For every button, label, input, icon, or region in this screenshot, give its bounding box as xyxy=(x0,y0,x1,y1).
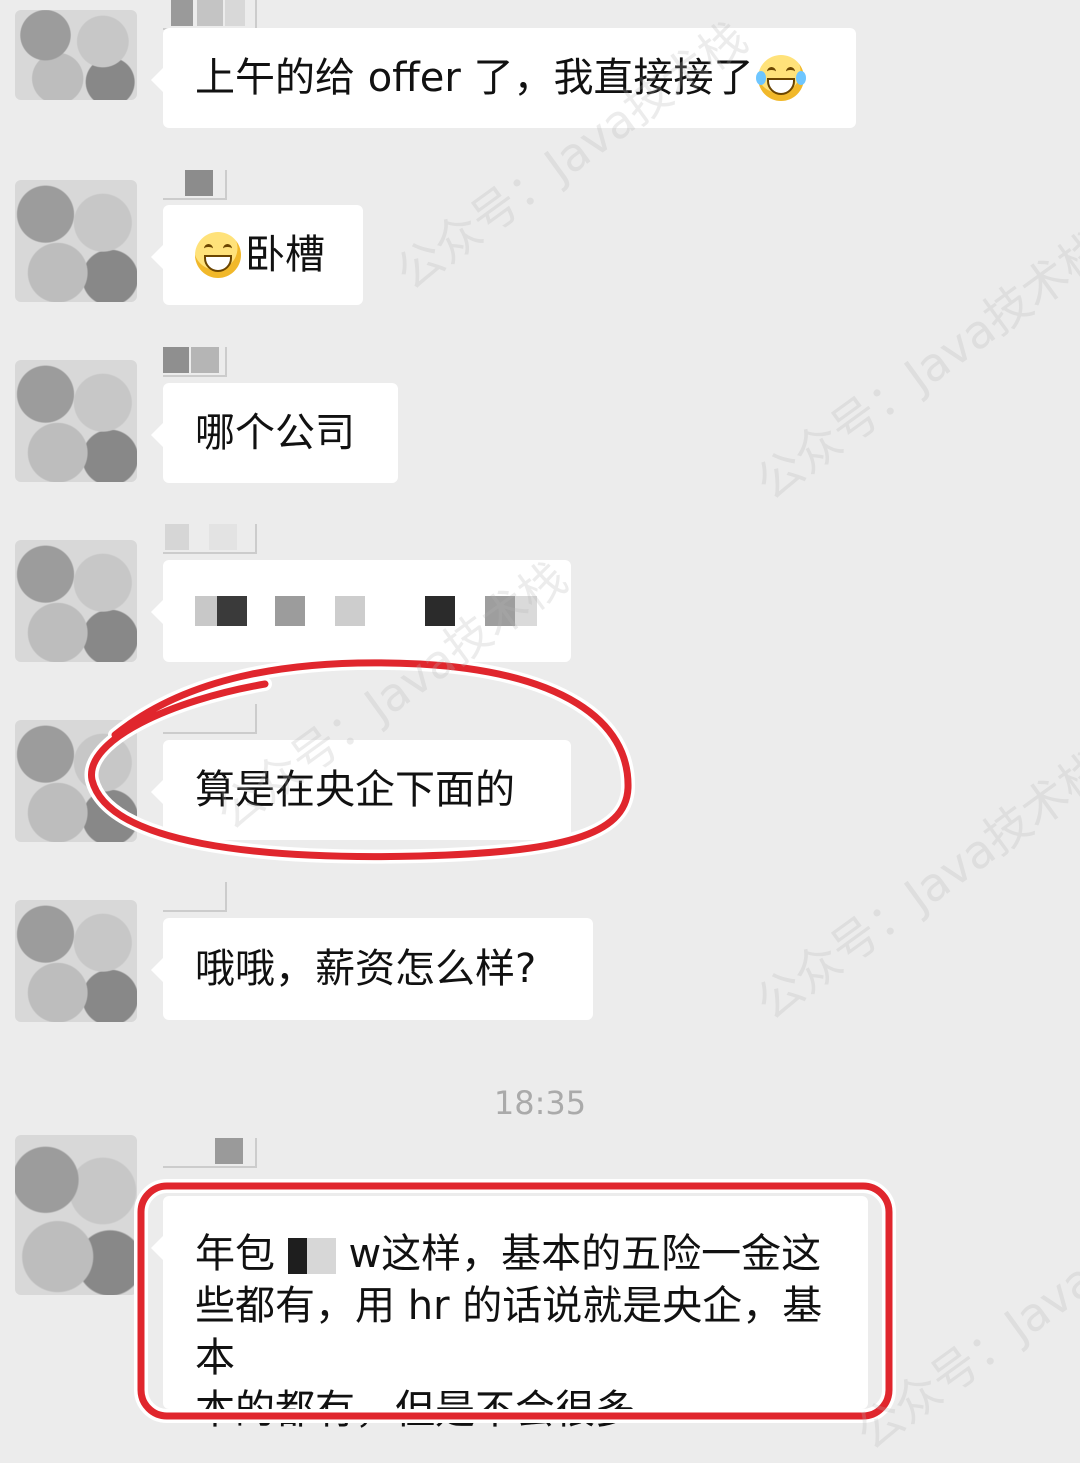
avatar[interactable] xyxy=(15,720,137,842)
avatar[interactable] xyxy=(15,180,137,302)
chat-window: 上午的给 offer 了，我直接接了 卧槽 哪个公司 算是在央企下面的 哦哦，薪… xyxy=(0,0,1080,1460)
message-bubble[interactable]: 上午的给 offer 了，我直接接了 xyxy=(151,28,856,128)
avatar[interactable] xyxy=(15,1135,137,1295)
message-line: w这样，基本的五险一金这 xyxy=(348,1231,822,1277)
message-bubble[interactable]: 哪个公司 xyxy=(151,383,398,483)
sender-name-mosaic xyxy=(163,170,227,200)
avatar[interactable] xyxy=(15,540,137,662)
watermark: 公众号：Java技术栈 xyxy=(845,1170,1080,1461)
message-line: 本的都有，但是不会很多 xyxy=(195,1387,635,1433)
message-text: 哦哦，薪资怎么样? xyxy=(195,946,537,992)
avatar[interactable] xyxy=(15,360,137,482)
message-bubble[interactable]: 卧槽 xyxy=(151,205,363,305)
sender-name-mosaic xyxy=(163,524,257,554)
avatar[interactable] xyxy=(15,900,137,1022)
sender-name-mosaic xyxy=(163,882,227,912)
message-timestamp: 18:35 xyxy=(493,1084,587,1122)
redacted-number-mosaic xyxy=(287,1238,336,1274)
message-line: 年包 xyxy=(195,1231,275,1277)
message-text: 哪个公司 xyxy=(195,410,355,456)
grinning-emoji xyxy=(195,232,241,278)
tears-of-joy-emoji xyxy=(755,55,806,101)
sender-name-mosaic xyxy=(163,0,257,30)
message-bubble[interactable]: 年包 w这样，基本的五险一金这 些都有，用 hr 的话说就是央企，基本 本的都有… xyxy=(151,1196,868,1433)
message-text: 卧槽 xyxy=(245,232,325,278)
sender-name-mosaic xyxy=(163,704,257,734)
message-bubble[interactable]: 哦哦，薪资怎么样? xyxy=(151,918,593,1020)
watermark: 公众号：Java技术栈 xyxy=(745,740,1080,1031)
avatar[interactable] xyxy=(15,10,137,100)
message-text-block: 年包 w这样，基本的五险一金这 些都有，用 hr 的话说就是央企，基本 本的都有… xyxy=(195,1228,836,1436)
sender-name-mosaic xyxy=(163,347,227,377)
watermark: 公众号：Java技术栈 xyxy=(745,220,1080,511)
message-line: 些都有，用 hr 的话说就是央企，基本 xyxy=(195,1283,823,1381)
sender-name-mosaic xyxy=(163,1138,257,1168)
